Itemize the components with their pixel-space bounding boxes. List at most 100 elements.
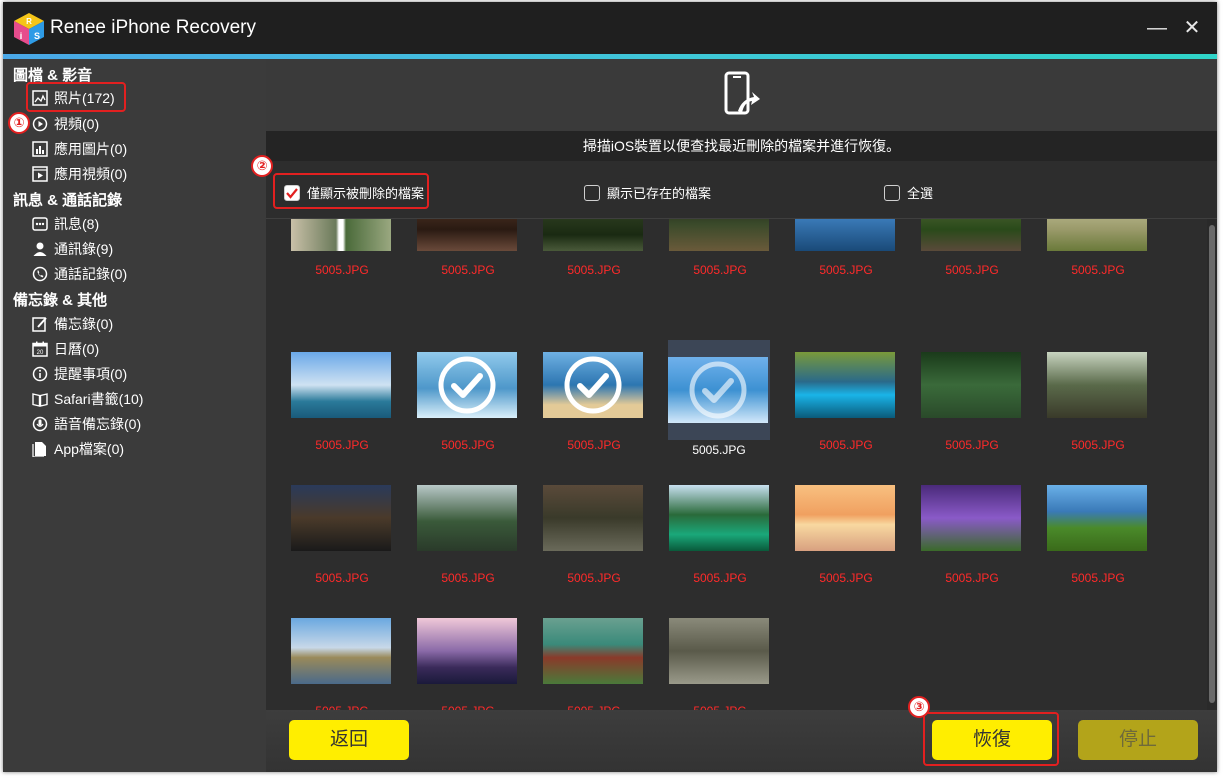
- file-name-label: 5005.JPG: [1071, 571, 1125, 585]
- selected-check-icon: [564, 356, 622, 414]
- sidebar-item-label: App檔案(0): [54, 441, 125, 457]
- close-button[interactable]: ✕: [1180, 16, 1204, 40]
- file-thumbnail-item[interactable]: 5005.JPG: [291, 618, 393, 710]
- sidebar-item-photos[interactable]: 照片(172): [31, 87, 115, 109]
- svg-text:i: i: [20, 31, 23, 41]
- file-thumbnail-item[interactable]: 5005.JPG: [417, 219, 519, 307]
- sidebar-item-voice-memos[interactable]: 語音備忘錄(0): [31, 413, 141, 435]
- file-thumbnail-item[interactable]: 5005.JPG: [1047, 352, 1149, 452]
- image-icon: [31, 89, 49, 107]
- file-name-label: 5005.JPG: [693, 263, 747, 277]
- filter-bar: 僅顯示被刪除的檔案 顯示已存在的檔案 全選: [266, 161, 1217, 219]
- app-logo-icon: R i S: [14, 13, 44, 45]
- file-name-label: 5005.JPG: [945, 438, 999, 452]
- filter-existing-checkbox[interactable]: 顯示已存在的檔案: [584, 183, 711, 202]
- select-all-checkbox[interactable]: 全選: [884, 183, 933, 202]
- sidebar-item-label: 訊息(8): [54, 216, 100, 232]
- file-name-label: 5005.JPG: [693, 571, 747, 585]
- group-title-messages: 訊息 & 通話記錄: [13, 192, 123, 209]
- file-thumbnail-item[interactable]: 5005.JPG: [921, 485, 1023, 585]
- step-3-marker: ③: [908, 696, 930, 718]
- file-thumbnail-item[interactable]: 5005.JPG: [1047, 485, 1149, 585]
- contact-icon: [31, 240, 49, 258]
- file-thumbnail-item[interactable]: 5005.JPG: [669, 219, 771, 307]
- filter-label: 僅顯示被刪除的檔案: [307, 186, 425, 201]
- svg-text:S: S: [34, 31, 40, 41]
- file-name-label: 5005.JPG: [1071, 263, 1125, 277]
- sidebar-item-label: 視頻(0): [54, 116, 100, 132]
- photo-thumbnail: [417, 618, 517, 684]
- sidebar-item-calendar[interactable]: 20 日曆(0): [31, 338, 99, 360]
- file-name-label: 5005.JPG: [567, 438, 621, 452]
- file-thumbnail-item[interactable]: 5005.JPG: [921, 352, 1023, 452]
- file-grid: 5005.JPG 5005.JPG 5005.JPG 5005.JPG 5005.JPG…: [266, 219, 1206, 710]
- sidebar-item-call-history[interactable]: 通話記錄(0): [31, 263, 127, 285]
- stop-button[interactable]: 停止: [1078, 720, 1198, 760]
- filter-label: 全選: [907, 186, 934, 201]
- photo-thumbnail: [291, 352, 391, 418]
- sidebar-item-videos[interactable]: 視頻(0): [31, 113, 99, 135]
- file-thumbnail-item[interactable]: 5005.JPG: [795, 485, 897, 585]
- scrollbar-thumb[interactable]: [1209, 225, 1215, 703]
- sidebar-item-contacts[interactable]: 通訊錄(9): [31, 238, 113, 260]
- file-thumbnail-item[interactable]: 5005.JPG: [795, 219, 897, 307]
- sidebar-item-app-images[interactable]: 應用圖片(0): [31, 138, 127, 160]
- recover-button[interactable]: 恢復: [932, 720, 1052, 760]
- file-thumbnail-item[interactable]: 5005.JPG: [417, 618, 519, 710]
- file-thumbnail-item[interactable]: 5005.JPG: [921, 219, 1023, 307]
- file-icon: [31, 440, 49, 458]
- message-icon: [31, 215, 49, 233]
- photo-thumbnail: [921, 219, 1021, 251]
- sidebar-item-messages[interactable]: 訊息(8): [31, 213, 99, 235]
- sidebar-item-safari-bookmarks[interactable]: Safari書籤(10): [31, 388, 143, 410]
- file-thumbnail-item[interactable]: 5005.JPG: [1047, 219, 1149, 307]
- group-title-notes: 備忘錄 & 其他: [13, 292, 108, 309]
- app-video-icon: [31, 165, 49, 183]
- file-thumbnail-item[interactable]: 5005.JPG: [669, 618, 771, 710]
- file-thumbnail-item[interactable]: 5005.JPG: [669, 485, 771, 585]
- sidebar-item-app-files[interactable]: App檔案(0): [31, 438, 124, 460]
- sidebar-item-label: 日曆(0): [54, 341, 100, 357]
- minimize-button[interactable]: —: [1145, 16, 1169, 40]
- photo-thumbnail: [291, 485, 391, 551]
- photo-thumbnail: [1047, 352, 1147, 418]
- photo-thumbnail: [291, 219, 391, 251]
- file-thumbnail-item[interactable]: 5005.JPG: [543, 485, 645, 585]
- file-name-label: 5005.JPG: [1071, 438, 1125, 452]
- file-name-label: 5005.JPG: [441, 263, 495, 277]
- file-thumbnail-item[interactable]: 5005.JPG: [543, 352, 645, 452]
- file-thumbnail-item[interactable]: 5005.JPG: [291, 352, 393, 452]
- photo-thumbnail: [543, 618, 643, 684]
- title-bar: R i S Renee iPhone Recovery — ✕: [3, 2, 1217, 54]
- photo-thumbnail: [795, 485, 895, 551]
- sidebar-item-notes[interactable]: 備忘錄(0): [31, 313, 113, 335]
- play-icon: [31, 115, 49, 133]
- photo-thumbnail: [543, 485, 643, 551]
- phone-recover-icon: [724, 71, 760, 115]
- file-thumbnail-item[interactable]: 5005.JPG: [543, 219, 645, 307]
- photo-thumbnail: [1047, 485, 1147, 551]
- svg-text:20: 20: [37, 350, 44, 356]
- sidebar-item-reminders[interactable]: 提醒事項(0): [31, 363, 127, 385]
- app-image-icon: [31, 140, 49, 158]
- step-2-marker: ②: [251, 155, 273, 177]
- file-thumbnail-item[interactable]: 5005.JPG: [291, 219, 393, 307]
- sidebar-item-app-videos[interactable]: 應用視頻(0): [31, 163, 127, 185]
- file-thumbnail-item[interactable]: 5005.JPG: [543, 618, 645, 710]
- main-header: [266, 59, 1217, 131]
- file-thumbnail-item[interactable]: 5005.JPG: [795, 352, 897, 452]
- file-thumbnail-item[interactable]: 5005.JPG: [668, 340, 770, 457]
- sidebar-item-label: 應用視頻(0): [54, 166, 128, 182]
- filter-deleted-only-checkbox[interactable]: 僅顯示被刪除的檔案: [284, 183, 424, 202]
- selected-check-icon: [689, 361, 747, 419]
- back-button[interactable]: 返回: [289, 720, 409, 760]
- mic-icon: [31, 415, 49, 433]
- sidebar-item-label: 語音備忘錄(0): [54, 416, 142, 432]
- file-thumbnail-item[interactable]: 5005.JPG: [291, 485, 393, 585]
- main-panel: 掃描iOS裝置以便查找最近刪除的檔案并進行恢復。 僅顯示被刪除的檔案 顯示已存在…: [251, 59, 1217, 772]
- file-name-label: 5005.JPG: [819, 438, 873, 452]
- file-thumbnail-item[interactable]: 5005.JPG: [417, 485, 519, 585]
- selected-check-icon: [438, 356, 496, 414]
- file-thumbnail-item[interactable]: 5005.JPG: [417, 352, 519, 452]
- step-1-marker: ①: [8, 112, 30, 134]
